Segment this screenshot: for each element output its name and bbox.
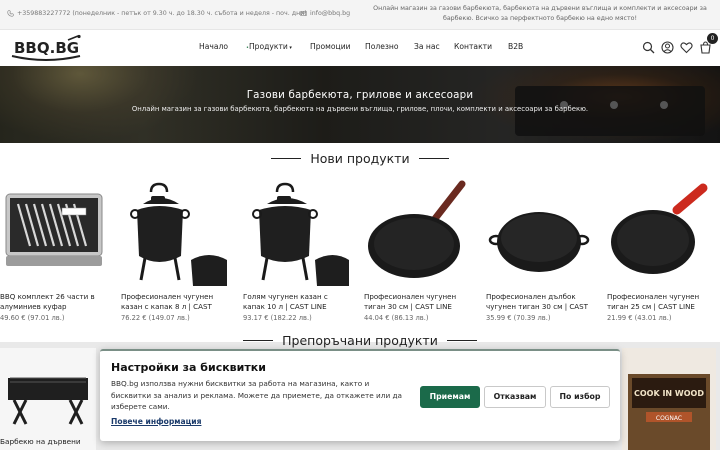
top-info-bar: +359883227772 (понеделник - петък от 9.3… <box>0 0 720 30</box>
recommended-product-name[interactable]: Барбекю на дървени <box>0 437 81 446</box>
heading-line-right <box>418 158 449 159</box>
cast-iron-skillet-image <box>611 183 708 274</box>
nav-b2b[interactable]: B2B <box>508 42 523 51</box>
cookie-reject-button[interactable]: Отказвам <box>484 386 546 408</box>
nav-home[interactable]: Начало <box>199 42 228 51</box>
header-actions: 0 <box>642 33 718 54</box>
recommended-products-title: Препоръчани продукти <box>282 333 438 348</box>
product-card[interactable]: Професионален чугунен тиган 30 см | CAST… <box>364 180 470 322</box>
large-cast-iron-pot-image <box>252 182 349 286</box>
chevron-down-icon: ▾ <box>287 45 292 51</box>
cookie-consent-dialog: Настройки за бисквитки BBQ.bg използва н… <box>100 349 620 441</box>
product-price: 44.04 € (86.13 лв.) <box>364 314 429 322</box>
product-price: 21.99 € (43.01 лв.) <box>607 314 672 322</box>
product-card[interactable]: Професионален чугунен казан с капак 8 л … <box>121 180 227 322</box>
mail-icon <box>300 11 307 16</box>
cookie-description: BBQ.bg използва нужни бисквитки за работ… <box>111 379 403 411</box>
nav-promotions[interactable]: Промоции <box>310 42 351 51</box>
hero-banner: Газови барбекюта, грилове и аксесоари Он… <box>0 66 720 143</box>
cart-count-badge: 0 <box>707 33 718 44</box>
new-products-title: Нови продукти <box>310 151 410 166</box>
heading-line-right <box>446 340 477 341</box>
main-header: BBQ.BG Начало •Продукти ▾ Промоции Полез… <box>0 30 720 66</box>
wishlist-heart-icon[interactable] <box>680 39 693 54</box>
product-image[interactable] <box>0 180 106 286</box>
cast-iron-pan-image <box>368 180 466 278</box>
account-icon[interactable] <box>661 39 674 54</box>
logo-text: BBQ.BG <box>14 39 79 57</box>
nav-contacts[interactable]: Контакти <box>454 42 492 51</box>
box-brand-text: COOK IN WOOD <box>634 389 704 398</box>
product-name[interactable]: BBQ комплект 26 части в алуминиев куфар <box>0 292 106 312</box>
product-image[interactable] <box>121 180 227 286</box>
product-price: 49.60 € (97.01 лв.) <box>0 314 65 322</box>
product-name[interactable]: Професионален чугунен тиган 25 см | CAST… <box>607 292 713 312</box>
product-price: 76.22 € (149.07 лв.) <box>121 314 190 322</box>
cookie-accept-button[interactable]: Приемам <box>420 386 480 408</box>
heading-line-left <box>271 158 302 159</box>
product-card[interactable]: Професионален дълбок чугунен тиган 30 см… <box>486 180 592 322</box>
product-name[interactable]: Професионален дълбок чугунен тиган 30 см… <box>486 292 592 312</box>
nav-about[interactable]: За нас <box>414 42 440 51</box>
phone-icon <box>7 10 14 17</box>
cast-iron-pot-image <box>130 182 227 286</box>
product-name[interactable]: Професионален чугунен казан с капак 8 л … <box>121 292 227 312</box>
promo-line-1: Онлайн магазин за газови барбекюта, барб… <box>373 5 707 12</box>
recommended-products-heading: Препоръчани продукти <box>0 333 720 348</box>
new-products-heading: Нови продукти <box>0 151 720 166</box>
cart-icon[interactable]: 0 <box>699 33 718 54</box>
hero-subtitle: Онлайн магазин за газови барбекюта, барб… <box>131 105 589 113</box>
phone-text: +359883227772 (понеделник - петък от 9.3… <box>17 10 307 17</box>
hero-title: Газови барбекюта, грилове и аксесоари <box>246 89 474 101</box>
product-image[interactable] <box>607 180 713 286</box>
email-text: info@bbq.bg <box>310 10 351 17</box>
cookie-customize-button[interactable]: По избор <box>550 386 610 408</box>
promo-text: Онлайн магазин за газови барбекюта, барб… <box>370 4 710 24</box>
product-card[interactable]: Професионален чугунен тиган 25 см | CAST… <box>607 180 713 322</box>
cookie-title: Настройки за бисквитки <box>111 361 266 374</box>
heading-line-left <box>243 340 274 341</box>
email-contact[interactable]: info@bbq.bg <box>300 10 350 17</box>
logo[interactable]: BBQ.BG <box>8 34 84 62</box>
box-label-text: COGNAC <box>656 415 682 422</box>
nav-useful[interactable]: Полезно <box>365 42 399 51</box>
product-name[interactable]: Голям чугунен казан с капак 10 л | CAST … <box>243 292 349 312</box>
product-name[interactable]: Професионален чугунен тиган 30 см | CAST… <box>364 292 470 312</box>
product-image[interactable] <box>243 180 349 286</box>
product-card[interactable]: BBQ комплект 26 части в алуминиев куфар … <box>0 180 106 322</box>
search-icon[interactable] <box>642 39 655 54</box>
nav-products-label: Продукти <box>248 42 288 51</box>
product-price: 93.17 € (182.22 лв.) <box>243 314 312 322</box>
phone-contact[interactable]: +359883227772 (понеделник - петък от 9.3… <box>7 10 307 17</box>
product-image[interactable] <box>486 180 592 286</box>
cookie-more-info-link[interactable]: Повече информация <box>111 417 201 426</box>
deep-cast-iron-pan-image <box>488 212 590 272</box>
product-card[interactable]: Голям чугунен казан с капак 10 л | CAST … <box>243 180 349 322</box>
product-image[interactable] <box>364 180 470 286</box>
recommended-product-card[interactable]: COOK IN WOOD COGNAC <box>622 348 716 450</box>
product-price: 35.99 € (70.39 лв.) <box>486 314 551 322</box>
logo-graphic: BBQ.BG <box>11 34 81 61</box>
promo-line-2: барбекю. Всичко за перфектното барбекю н… <box>442 15 638 22</box>
charcoal-grill-image <box>8 377 88 425</box>
wood-chips-box-image: COOK IN WOOD COGNAC <box>628 374 710 450</box>
recommended-product-card[interactable] <box>0 348 96 450</box>
nav-products[interactable]: •Продукти ▾ <box>246 42 292 51</box>
bbq-tool-case-image <box>5 193 103 266</box>
